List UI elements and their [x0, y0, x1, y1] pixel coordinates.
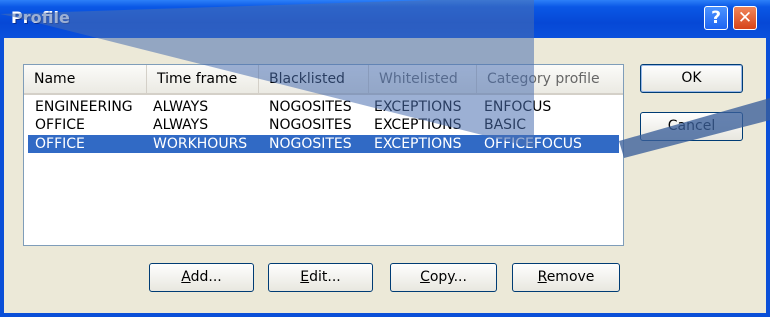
column-header-whitelisted[interactable]: Whitelisted [369, 65, 477, 93]
copy-label: opy... [429, 269, 467, 285]
help-button[interactable]: ? [704, 6, 728, 30]
remove-button[interactable]: Remove [512, 263, 620, 292]
cell-time-frame: ALWAYS [153, 117, 209, 133]
cell-blacklisted: NOGOSITES [269, 99, 352, 115]
close-icon: ✕ [737, 8, 753, 28]
cell-whitelisted: EXCEPTIONS [374, 117, 462, 133]
add-button[interactable]: Add... [149, 263, 254, 292]
cell-whitelisted: EXCEPTIONS [374, 136, 462, 152]
cell-blacklisted: NOGOSITES [269, 136, 352, 152]
title-bar[interactable]: Profile ? ✕ [0, 0, 770, 38]
cell-category-profile: BASIC [484, 117, 526, 133]
add-accelerator: A [181, 269, 191, 285]
copy-accelerator: C [420, 269, 430, 285]
list-header: Name Time frame Blacklisted Whitelisted … [24, 65, 623, 95]
cell-name: OFFICE [35, 136, 85, 152]
edit-button[interactable]: Edit... [268, 263, 373, 292]
close-button[interactable]: ✕ [733, 6, 757, 30]
remove-accelerator: R [537, 269, 547, 285]
cell-category-profile: OFFICEFOCUS [484, 136, 582, 152]
cell-whitelisted: EXCEPTIONS [374, 99, 462, 115]
list-row[interactable]: ENGINEERING ALWAYS NOGOSITES EXCEPTIONS … [28, 98, 619, 116]
column-header-time-frame[interactable]: Time frame [147, 65, 259, 93]
remove-label: emove [546, 269, 595, 285]
copy-button[interactable]: Copy... [390, 263, 497, 292]
column-header-blacklisted[interactable]: Blacklisted [259, 65, 369, 93]
cell-category-profile: ENFOCUS [484, 99, 552, 115]
cell-time-frame: ALWAYS [153, 99, 209, 115]
window-title: Profile [11, 8, 70, 27]
edit-accelerator: E [300, 269, 310, 285]
cell-blacklisted: NOGOSITES [269, 117, 352, 133]
edit-label: dit... [309, 269, 341, 285]
help-icon: ? [711, 8, 721, 28]
cell-name: ENGINEERING [35, 99, 133, 115]
list-row[interactable]: OFFICE ALWAYS NOGOSITES EXCEPTIONS BASIC [28, 116, 619, 134]
profile-list[interactable]: Name Time frame Blacklisted Whitelisted … [23, 64, 624, 246]
cancel-button[interactable]: Cancel [640, 112, 743, 141]
add-label: dd... [190, 269, 222, 285]
cell-name: OFFICE [35, 117, 85, 133]
column-header-name[interactable]: Name [24, 65, 147, 93]
ok-button[interactable]: OK [640, 64, 743, 93]
cell-time-frame: WORKHOURS [153, 136, 248, 152]
column-header-category-profile[interactable]: Category profile [477, 65, 623, 93]
list-row-selected[interactable]: OFFICE WORKHOURS NOGOSITES EXCEPTIONS OF… [28, 135, 619, 153]
